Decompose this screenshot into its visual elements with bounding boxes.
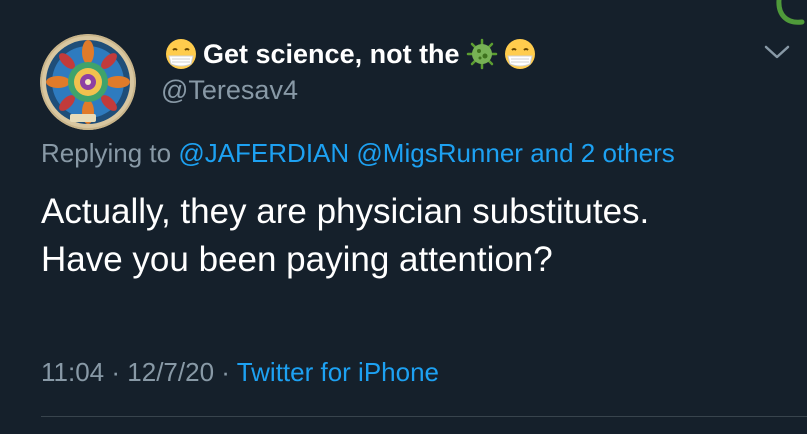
tweet-text-line: Have you been paying attention? (41, 240, 553, 279)
mention-link[interactable]: @JAFERDIAN (178, 138, 349, 168)
author-display-name[interactable]: Get science, not the (165, 36, 536, 72)
avatar[interactable] (40, 34, 136, 130)
tweet-date[interactable]: 12/7/20 (127, 357, 214, 387)
mandala-avatar-icon (40, 34, 136, 130)
mention-link[interactable]: @MigsRunner (356, 138, 523, 168)
author-name-text: Get science, not the (203, 38, 460, 69)
face-with-medical-mask-icon (165, 38, 197, 70)
tweet-source-link[interactable]: Twitter for iPhone (237, 357, 439, 387)
replying-to-label: Replying to (41, 138, 172, 168)
corner-stroke-icon (776, 0, 807, 32)
tweet-meta: 11:04 · 12/7/20 · Twitter for iPhone (41, 357, 439, 388)
microbe-icon (466, 38, 498, 70)
replying-to: Replying to @JAFERDIAN @MigsRunner and 2… (41, 138, 675, 169)
divider (41, 416, 807, 417)
face-with-medical-mask-icon (504, 38, 536, 70)
meta-separator: · (221, 357, 230, 387)
meta-separator: · (111, 357, 121, 387)
others-link[interactable]: and 2 others (530, 138, 675, 168)
tweet-time[interactable]: 11:04 (41, 357, 104, 387)
author-handle[interactable]: @Teresav4 (161, 75, 298, 106)
tweet-text-line: Actually, they are physician substitutes… (41, 192, 650, 231)
chevron-down-icon[interactable] (762, 40, 792, 64)
tweet-detail: Get science, not the @Teresav4 Replying … (0, 0, 807, 434)
tweet-text: Actually, they are physician substitutes… (41, 188, 791, 284)
